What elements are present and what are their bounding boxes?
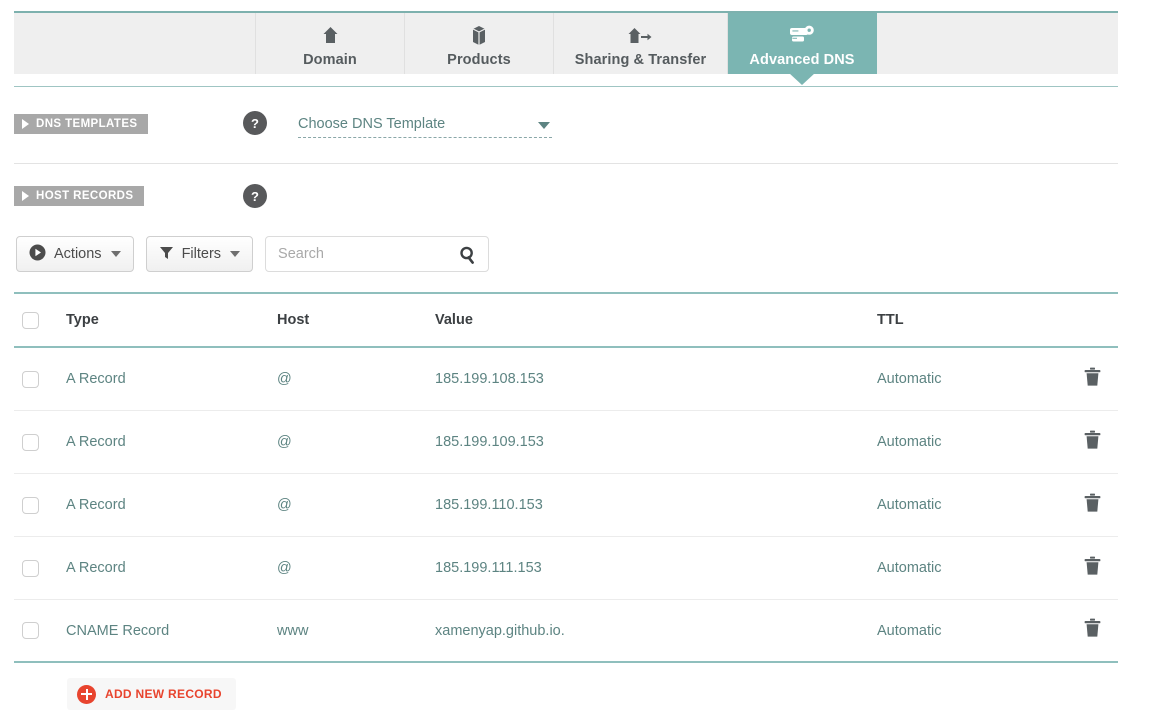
chevron-down-icon: [538, 122, 550, 129]
column-header-ttl: TTL: [877, 312, 904, 328]
row-checkbox[interactable]: [22, 559, 39, 577]
cell-type[interactable]: CNAME Record: [66, 623, 277, 639]
column-header-host: Host: [277, 312, 310, 328]
trash-icon[interactable]: [1083, 367, 1102, 392]
row-delete-cell: [1064, 430, 1118, 455]
tab-bar-underline: [14, 86, 1118, 87]
cell-host[interactable]: @: [277, 560, 435, 576]
row-delete-cell: [1064, 367, 1118, 392]
tab-products-label: Products: [447, 52, 511, 68]
row-checkbox[interactable]: [22, 370, 39, 388]
trash-icon[interactable]: [1083, 556, 1102, 581]
plus-circle-icon: [77, 684, 96, 704]
select-all-checkbox[interactable]: [22, 311, 39, 329]
select-all-cell: [14, 311, 66, 329]
host-records-help-icon[interactable]: ?: [243, 184, 267, 208]
host-records-badge-label: HOST RECORDS: [36, 190, 134, 202]
table-row[interactable]: A Record @ 185.199.109.153 Automatic: [14, 411, 1118, 474]
tab-bar-left-spacer: [14, 13, 256, 74]
table-header-row: Type Host Value TTL: [14, 294, 1118, 348]
funnel-icon: [159, 245, 174, 264]
tab-domain-label: Domain: [303, 52, 357, 68]
row-checkbox[interactable]: [22, 433, 39, 451]
section-divider: [14, 163, 1118, 164]
row-delete-cell: [1064, 556, 1118, 581]
tab-advanced-dns-label: Advanced DNS: [749, 52, 855, 68]
cell-type[interactable]: A Record: [66, 560, 277, 576]
cell-ttl[interactable]: Automatic: [877, 497, 1064, 513]
add-new-record-label: ADD NEW RECORD: [105, 687, 222, 701]
cell-ttl[interactable]: Automatic: [877, 371, 1064, 387]
tab-bar-right-spacer: [877, 13, 1118, 74]
main-tab-bar: Domain Products Sharing & Transfer Advan…: [14, 11, 1118, 74]
tab-sharing-transfer-label: Sharing & Transfer: [574, 52, 707, 68]
cell-value[interactable]: 185.199.109.153: [435, 434, 877, 450]
tab-sharing-transfer[interactable]: Sharing & Transfer: [554, 13, 728, 74]
row-checkbox[interactable]: [22, 496, 39, 514]
cell-ttl[interactable]: Automatic: [877, 434, 1064, 450]
row-select-cell: [14, 496, 66, 514]
tab-products[interactable]: Products: [405, 13, 554, 74]
row-select-cell: [14, 559, 66, 577]
help-question-mark: ?: [251, 188, 259, 204]
cell-ttl[interactable]: Automatic: [877, 623, 1064, 639]
cell-host[interactable]: www: [277, 623, 435, 639]
dns-templates-badge[interactable]: DNS TEMPLATES: [14, 114, 149, 134]
row-select-cell: [14, 433, 66, 451]
records-toolbar: Actions Filters: [16, 236, 490, 272]
cell-value[interactable]: xamenyap.github.io.: [435, 623, 877, 639]
cell-host[interactable]: @: [277, 371, 435, 387]
trash-icon[interactable]: [1083, 430, 1102, 455]
search-box: [265, 236, 490, 272]
dns-template-select-value: Choose DNS Template: [298, 116, 446, 132]
chevron-down-icon: [230, 251, 241, 257]
server-gear-icon: [789, 24, 815, 46]
table-row[interactable]: A Record @ 185.199.108.153 Automatic: [14, 348, 1118, 411]
column-header-value: Value: [435, 312, 473, 328]
help-question-mark: ?: [251, 115, 259, 131]
cell-type[interactable]: A Record: [66, 434, 277, 450]
advanced-dns-page: Domain Products Sharing & Transfer Advan…: [0, 0, 1162, 720]
tab-advanced-dns[interactable]: Advanced DNS: [728, 13, 877, 74]
expand-arrow-icon: [22, 119, 29, 129]
cell-value[interactable]: 185.199.108.153: [435, 371, 877, 387]
table-row[interactable]: CNAME Record www xamenyap.github.io. Aut…: [14, 600, 1118, 663]
box-icon: [470, 24, 488, 46]
cell-value[interactable]: 185.199.110.153: [435, 497, 877, 513]
row-select-cell: [14, 622, 66, 639]
cell-type[interactable]: A Record: [66, 371, 277, 387]
filters-button-label: Filters: [181, 246, 222, 262]
host-records-badge[interactable]: HOST RECORDS: [14, 186, 145, 206]
table-row[interactable]: A Record @ 185.199.111.153 Automatic: [14, 537, 1118, 600]
play-circle-icon: [29, 244, 46, 265]
house-transfer-icon: [628, 24, 654, 46]
home-icon: [322, 24, 339, 46]
tab-domain[interactable]: Domain: [256, 13, 405, 74]
trash-icon[interactable]: [1083, 493, 1102, 518]
row-checkbox[interactable]: [22, 622, 39, 639]
search-input[interactable]: [276, 237, 457, 271]
add-new-record-button[interactable]: ADD NEW RECORD: [67, 678, 236, 710]
table-row[interactable]: A Record @ 185.199.110.153 Automatic: [14, 474, 1118, 537]
cell-host[interactable]: @: [277, 434, 435, 450]
cell-value[interactable]: 185.199.111.153: [435, 560, 877, 576]
filters-button[interactable]: Filters: [145, 236, 254, 272]
cell-ttl[interactable]: Automatic: [877, 560, 1064, 576]
dns-template-select[interactable]: Choose DNS Template: [298, 112, 552, 138]
expand-arrow-icon: [22, 191, 29, 201]
column-header-type: Type: [66, 312, 99, 328]
row-delete-cell: [1064, 493, 1118, 518]
row-select-cell: [14, 370, 66, 388]
cell-host[interactable]: @: [277, 497, 435, 513]
chevron-down-icon: [110, 251, 121, 257]
dns-templates-badge-label: DNS TEMPLATES: [36, 118, 138, 130]
host-records-table: Type Host Value TTL A Record @ 185.199.1…: [14, 292, 1118, 663]
actions-button-label: Actions: [54, 246, 102, 262]
actions-button[interactable]: Actions: [16, 236, 134, 272]
search-icon[interactable]: [459, 246, 476, 269]
trash-icon[interactable]: [1083, 618, 1102, 643]
cell-type[interactable]: A Record: [66, 497, 277, 513]
row-delete-cell: [1064, 618, 1118, 643]
dns-templates-help-icon[interactable]: ?: [243, 111, 267, 135]
